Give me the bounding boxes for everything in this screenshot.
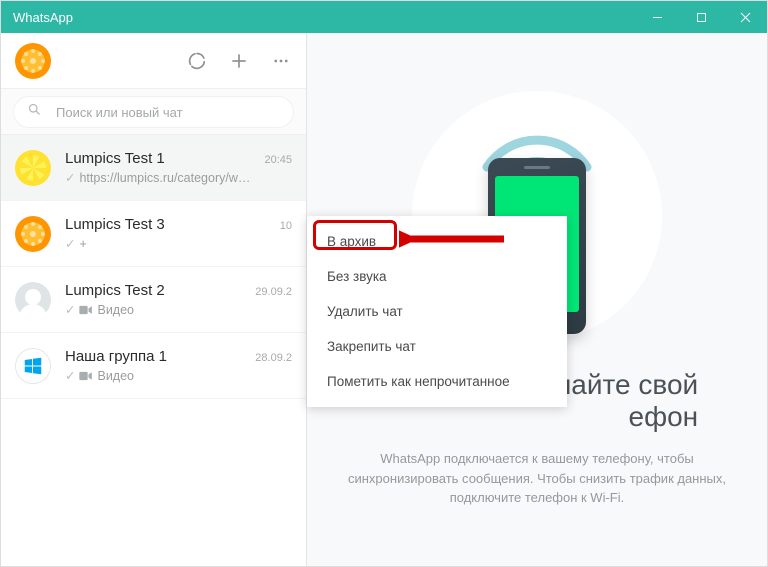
chat-time: 29.09.2 [255,286,292,298]
chat-info: Lumpics Test 3 10 ✓ + [65,216,292,251]
ctx-mark-unread[interactable]: Пометить как непрочитанное [307,364,567,399]
chat-item[interactable]: Lumpics Test 2 29.09.2 ✓ Видео [1,267,306,333]
sidebar-header [1,33,306,89]
chat-message: Видео [97,369,134,383]
sidebar: Lumpics Test 1 20:45 ✓ https://lumpics.r… [1,33,307,566]
ctx-archive[interactable]: В архив [307,224,567,259]
app-window: WhatsApp [0,0,768,567]
video-icon [79,305,93,315]
chat-avatar [15,348,51,384]
status-icon[interactable] [186,50,208,72]
window-title: WhatsApp [13,10,73,25]
chat-info: Lumpics Test 1 20:45 ✓ https://lumpics.r… [65,150,292,185]
search-input[interactable] [56,105,280,120]
new-chat-icon[interactable] [228,50,250,72]
titlebar: WhatsApp [1,1,767,33]
chat-list: Lumpics Test 1 20:45 ✓ https://lumpics.r… [1,135,306,566]
check-icon: ✓ [65,368,75,383]
ctx-mute[interactable]: Без звука [307,259,567,294]
context-menu: В архив Без звука Удалить чат Закрепить … [307,216,567,407]
check-icon: ✓ [65,170,75,185]
chat-item[interactable]: Lumpics Test 3 10 ✓ + [1,201,306,267]
check-icon: ✓ [65,236,75,251]
chat-message: https://lumpics.ru/category/w… [79,171,250,185]
chat-name: Lumpics Test 1 [65,150,165,167]
maximize-button[interactable] [679,1,723,33]
chat-item[interactable]: Наша группа 1 28.09.2 ✓ Видео [1,333,306,399]
chat-info: Lumpics Test 2 29.09.2 ✓ Видео [65,282,292,317]
chat-avatar [15,216,51,252]
chat-time: 20:45 [264,154,292,166]
chat-item[interactable]: Lumpics Test 1 20:45 ✓ https://lumpics.r… [1,135,306,201]
chat-time: 10 [280,220,292,232]
menu-icon[interactable] [270,50,292,72]
check-icon: ✓ [65,302,75,317]
chat-name: Lumpics Test 3 [65,216,165,233]
chat-name: Lumpics Test 2 [65,282,165,299]
search-icon [27,102,42,122]
chat-time: 28.09.2 [255,352,292,364]
search-box[interactable] [13,96,294,128]
sidebar-actions [186,50,292,72]
chat-message: Видео [97,303,134,317]
user-avatar[interactable] [15,43,51,79]
ctx-pin[interactable]: Закрепить чат [307,329,567,364]
video-icon [79,371,93,381]
chat-message: + [79,237,86,251]
window-controls [635,1,767,33]
chat-avatar [15,282,51,318]
close-button[interactable] [723,1,767,33]
chat-name: Наша группа 1 [65,348,167,365]
search-bar [1,89,306,135]
ctx-delete[interactable]: Удалить чат [307,294,567,329]
minimize-button[interactable] [635,1,679,33]
intro-body: WhatsApp подключается к вашему телефону,… [347,449,727,508]
chat-avatar [15,150,51,186]
chat-info: Наша группа 1 28.09.2 ✓ Видео [65,348,292,383]
